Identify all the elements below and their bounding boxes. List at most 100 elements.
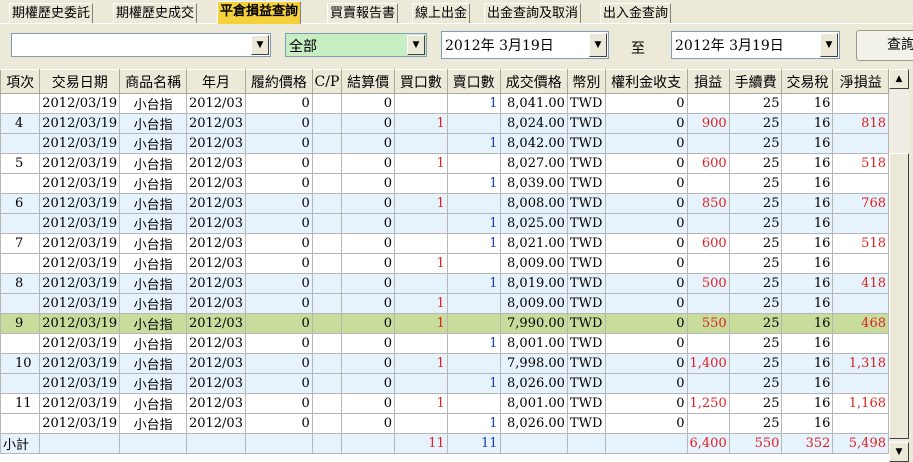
table-row[interactable]: 6 2012/03/19 小台指 2012/03 0 0 1 8,008.00 TWD 0 850 2… bbox=[0, 193, 889, 214]
cell-date: 2012/03/19 bbox=[39, 153, 121, 174]
cell-settle: 0 bbox=[341, 113, 395, 134]
tab-closed-pl-query[interactable]: 平倉損益查詢 bbox=[217, 1, 302, 24]
subtotal-sell: 11 bbox=[446, 433, 501, 454]
cell-no: 4 bbox=[0, 113, 41, 134]
table-row[interactable]: 2012/03/19 小台指 2012/03 0 0 1 8,039.00 TWD 0 25 16 bbox=[0, 173, 889, 194]
tab-trade-report[interactable]: 買賣報告書 bbox=[327, 3, 399, 23]
table-row[interactable]: 10 2012/03/19 小台指 2012/03 0 0 1 7,998.00 TWD 0 1,4… bbox=[0, 353, 889, 374]
cell-price: 8,021.00 bbox=[499, 233, 568, 254]
tab-online-withdrawal[interactable]: 線上出金 bbox=[412, 3, 471, 23]
table-row[interactable]: 7 2012/03/19 小台指 2012/03 0 0 1 8,021.00 TWD 0 600 2… bbox=[0, 233, 889, 254]
column-header[interactable]: 權利金收支 bbox=[604, 69, 688, 94]
column-header[interactable]: 履約價格 bbox=[244, 69, 313, 94]
column-header[interactable]: 交易稅 bbox=[781, 69, 834, 94]
cell-tax: 16 bbox=[781, 353, 834, 374]
account-select[interactable]: ▼ bbox=[11, 33, 271, 57]
cell-buy bbox=[394, 373, 448, 394]
chevron-down-icon[interactable]: ▼ bbox=[589, 33, 607, 57]
category-select[interactable]: 全部 ▼ bbox=[285, 33, 427, 57]
cell-product: 小台指 bbox=[119, 273, 187, 294]
column-header[interactable]: 賣口數 bbox=[446, 69, 501, 94]
cell-price: 8,042.00 bbox=[499, 133, 568, 154]
table-row[interactable]: 11 2012/03/19 小台指 2012/03 0 0 1 8,001.00 TWD 0 1,2… bbox=[0, 393, 889, 414]
cell-cp bbox=[311, 93, 343, 114]
column-header[interactable]: 商品名稱 bbox=[119, 69, 187, 94]
date-from-picker[interactable]: 2012年 3月19日 ▼ bbox=[441, 31, 609, 59]
cell-settle: 0 bbox=[341, 93, 395, 114]
scrollbar-thumb[interactable] bbox=[889, 153, 909, 439]
cell-net bbox=[832, 413, 889, 434]
arrow-down-icon[interactable]: ▼ bbox=[889, 442, 909, 462]
cell-cp bbox=[311, 233, 343, 254]
cell-settle: 0 bbox=[341, 133, 395, 154]
table-row[interactable]: 2012/03/19 小台指 2012/03 0 0 1 8,009.00 TWD 0 25 16 bbox=[0, 253, 889, 274]
chevron-down-icon[interactable]: ▼ bbox=[407, 35, 425, 55]
tab-option-order-history[interactable]: 期權歷史委託 bbox=[9, 3, 94, 23]
cell-sell bbox=[446, 353, 501, 374]
column-header[interactable]: 幣別 bbox=[566, 69, 606, 94]
column-header[interactable]: 成交價格 bbox=[499, 69, 568, 94]
cell-settle: 0 bbox=[341, 153, 395, 174]
column-header[interactable]: 年月 bbox=[185, 69, 246, 94]
table-row[interactable]: 2012/03/19 小台指 2012/03 0 0 1 8,026.00 TWD 0 25 16 bbox=[0, 373, 889, 394]
table-row[interactable]: 4 2012/03/19 小台指 2012/03 0 0 1 8,024.00 TWD 0 900 2… bbox=[0, 113, 889, 134]
cell-fee: 25 bbox=[728, 113, 783, 134]
cell-ym: 2012/03 bbox=[185, 153, 246, 174]
table-row[interactable]: 2012/03/19 小台指 2012/03 0 0 1 8,041.00 TWD 0 25 16 bbox=[0, 93, 889, 114]
cell-sell: 1 bbox=[446, 413, 501, 434]
column-header[interactable]: 交易日期 bbox=[39, 69, 121, 94]
column-header[interactable]: 買口數 bbox=[394, 69, 448, 94]
cell-tax: 16 bbox=[781, 273, 834, 294]
cell-strike: 0 bbox=[244, 293, 313, 314]
cell-strike: 0 bbox=[244, 173, 313, 194]
cell-date: 2012/03/19 bbox=[39, 93, 121, 114]
arrow-up-icon[interactable]: ▲ bbox=[889, 69, 909, 89]
chevron-down-icon[interactable]: ▼ bbox=[251, 35, 269, 55]
cell-strike: 0 bbox=[244, 153, 313, 174]
table-row[interactable]: 2012/03/19 小台指 2012/03 0 0 1 8,009.00 TWD 0 25 16 bbox=[0, 293, 889, 314]
column-header[interactable]: 損益 bbox=[686, 69, 730, 94]
tab-deposit-withdraw-query[interactable]: 出入金查詢 bbox=[600, 3, 672, 23]
cell-strike: 0 bbox=[244, 393, 313, 414]
cell-fee: 25 bbox=[728, 173, 783, 194]
date-to-picker[interactable]: 2012年 3月19日 ▼ bbox=[671, 31, 840, 59]
cell-product: 小台指 bbox=[119, 373, 187, 394]
cell-tax: 16 bbox=[781, 413, 834, 434]
table-row[interactable]: 5 2012/03/19 小台指 2012/03 0 0 1 8,027.00 TWD 0 600 2… bbox=[0, 153, 889, 174]
cell-product: 小台指 bbox=[119, 133, 187, 154]
query-button[interactable]: 查詢 bbox=[856, 30, 913, 61]
cell-strike: 0 bbox=[244, 133, 313, 154]
tab-option-trade-history[interactable]: 期權歷史成交 bbox=[113, 3, 198, 23]
cell-sell bbox=[446, 313, 501, 334]
cell-product: 小台指 bbox=[119, 153, 187, 174]
cell-product: 小台指 bbox=[119, 213, 187, 234]
cell-buy bbox=[394, 413, 448, 434]
cell-price: 8,039.00 bbox=[499, 173, 568, 194]
table-row[interactable]: 2012/03/19 小台指 2012/03 0 0 1 8,042.00 TWD 0 25 16 bbox=[0, 133, 889, 154]
table-row[interactable]: 8 2012/03/19 小台指 2012/03 0 0 1 8,019.00 TWD 0 500 2… bbox=[0, 273, 889, 294]
cell-sell: 1 bbox=[446, 173, 501, 194]
column-header[interactable]: 淨損益 bbox=[832, 69, 889, 94]
subtotal-row: 小計 11 11 6,400 550 352 5,498 bbox=[0, 433, 889, 454]
cell-premium: 0 bbox=[604, 173, 688, 194]
table-row[interactable]: 2012/03/19 小台指 2012/03 0 0 1 8,001.00 TWD 0 25 16 bbox=[0, 333, 889, 354]
column-header[interactable]: 手續費 bbox=[728, 69, 783, 94]
tab-withdrawal-query[interactable]: 出金查詢及取消 bbox=[484, 3, 582, 23]
cell-ym: 2012/03 bbox=[185, 333, 246, 354]
cell-cp bbox=[311, 153, 343, 174]
cell-settle: 0 bbox=[341, 313, 395, 334]
cell-price: 8,009.00 bbox=[499, 253, 568, 274]
cell-premium: 0 bbox=[604, 293, 688, 314]
vertical-scrollbar[interactable]: ▲ ▼ bbox=[889, 69, 909, 462]
cell-date: 2012/03/19 bbox=[39, 413, 121, 434]
cell-tax: 16 bbox=[781, 333, 834, 354]
cell-sell: 1 bbox=[446, 233, 501, 254]
column-header[interactable]: 結算價 bbox=[341, 69, 395, 94]
column-header[interactable]: 項次 bbox=[0, 69, 41, 94]
chevron-down-icon[interactable]: ▼ bbox=[820, 33, 838, 57]
table-row[interactable]: 9 2012/03/19 小台指 2012/03 0 0 1 7,990.00 TWD 0 550 2… bbox=[0, 313, 889, 334]
table-row[interactable]: 2012/03/19 小台指 2012/03 0 0 1 8,025.00 TWD 0 25 16 bbox=[0, 213, 889, 234]
table-row[interactable]: 2012/03/19 小台指 2012/03 0 0 1 8,026.00 TWD 0 25 16 bbox=[0, 413, 889, 434]
cell-cp bbox=[311, 333, 343, 354]
column-header[interactable]: C/P bbox=[311, 69, 343, 94]
